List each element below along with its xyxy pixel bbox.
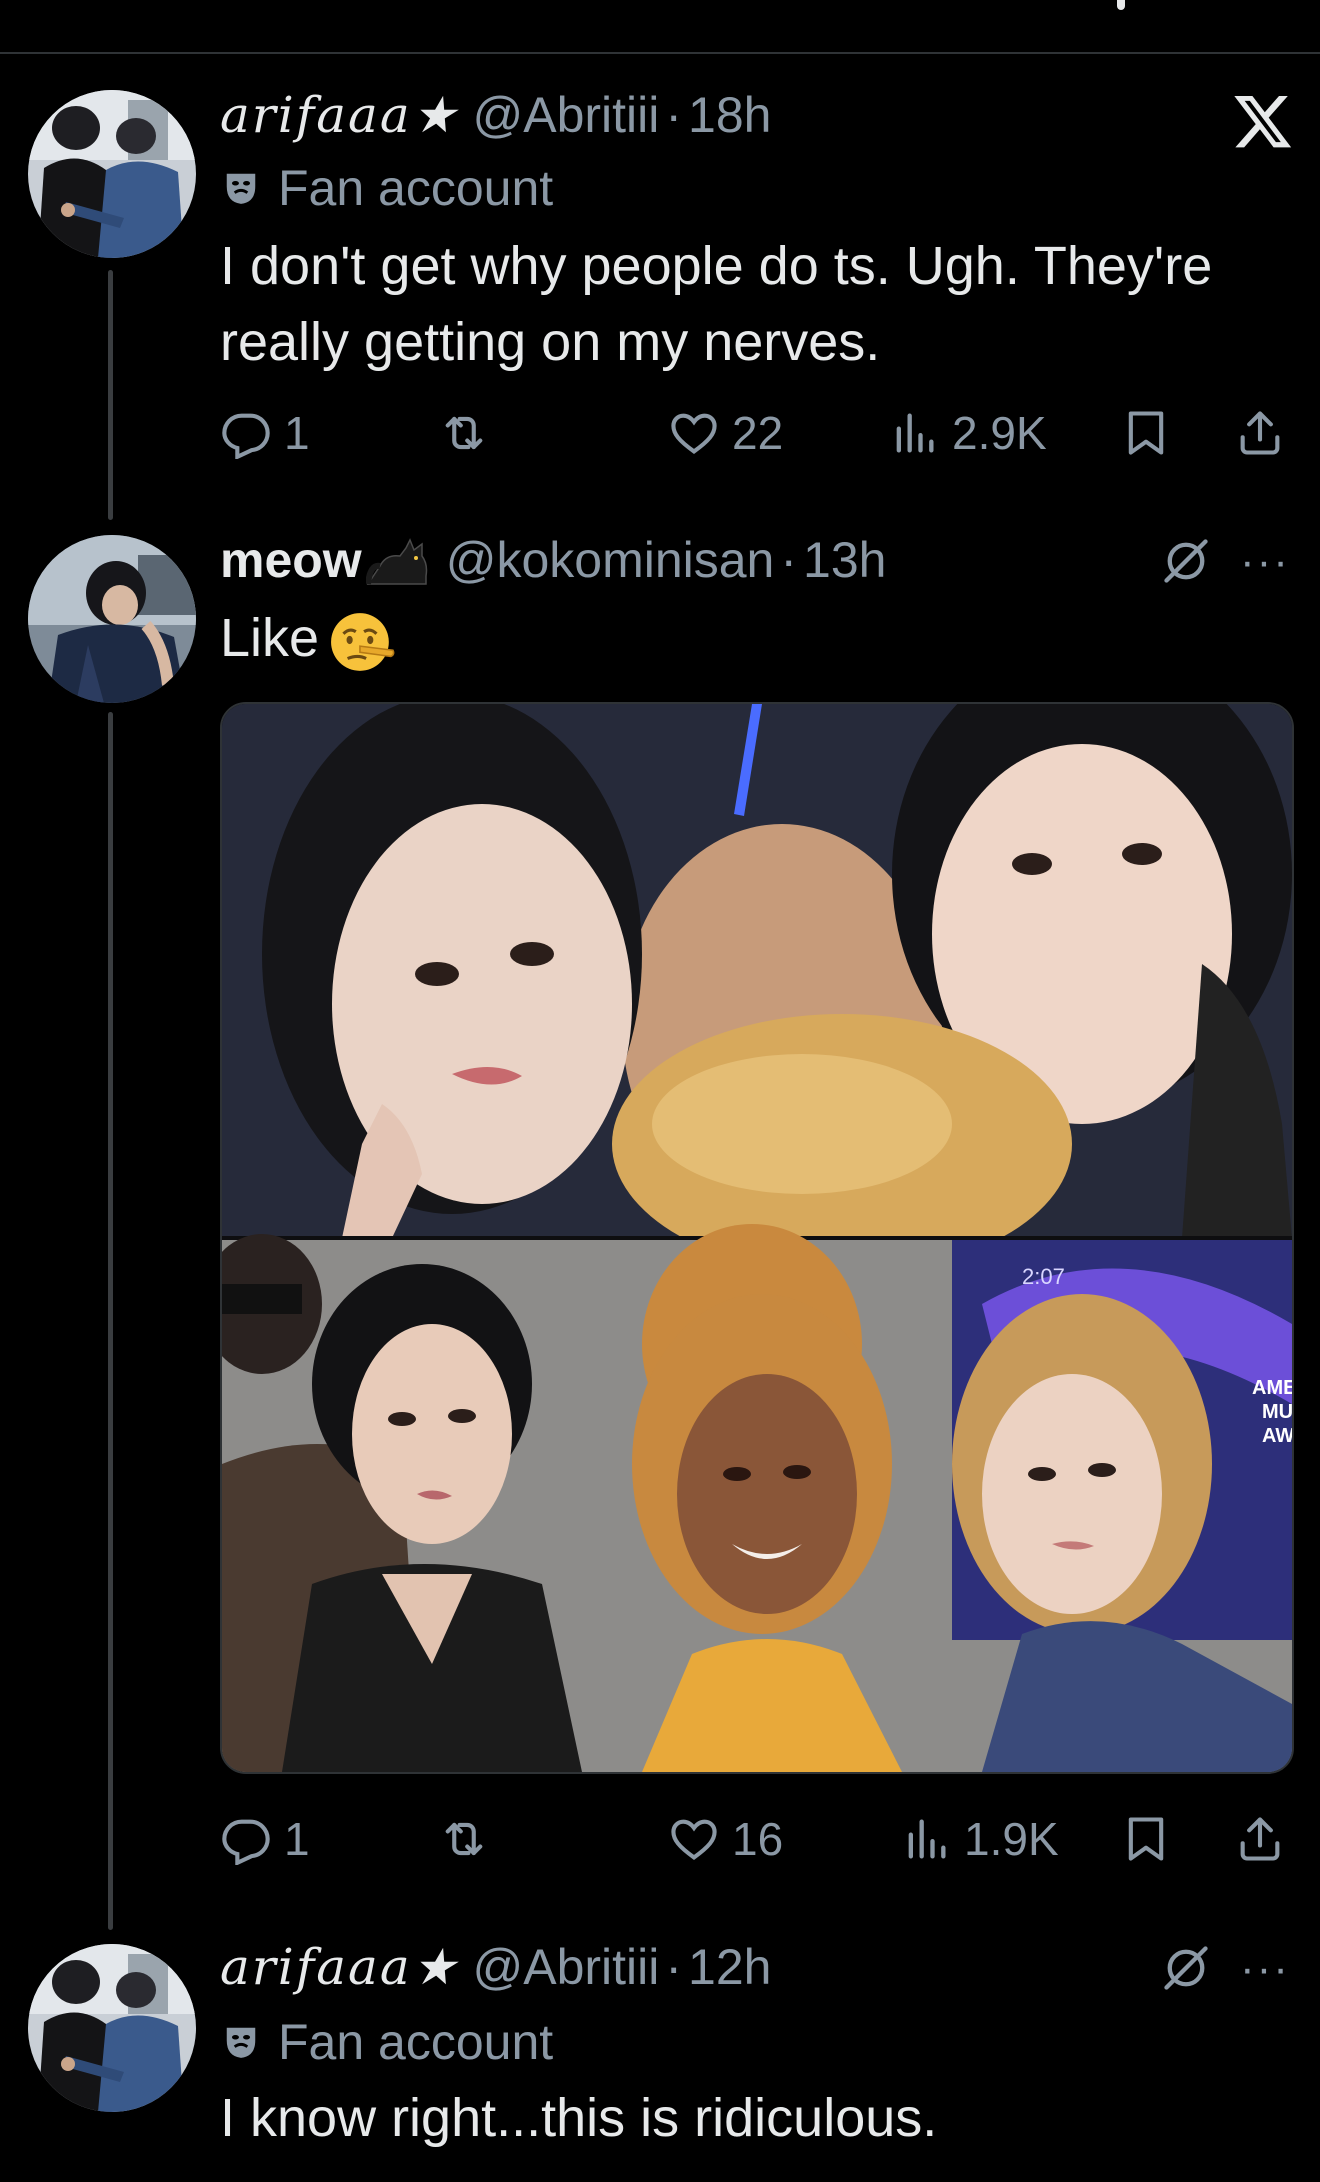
bookmark-button[interactable] [1120,1804,1172,1874]
handle[interactable]: @kokominisan [446,531,775,589]
thread-line [108,712,113,1930]
like-button[interactable]: 16 [668,1804,783,1874]
action-bar: 1 22 2.9K [220,398,1298,468]
like-icon [671,413,717,454]
black-cat-emoji [365,538,427,585]
retweet-button[interactable] [438,398,490,468]
media-text: AME [1252,1377,1292,1399]
like-button[interactable]: 22 [668,398,783,468]
reply-button[interactable]: 1 [220,1804,310,1874]
muted-icon[interactable] [1160,535,1212,587]
x-logo-icon[interactable] [1232,90,1294,152]
retweet-icon [445,1822,483,1856]
avatar[interactable] [28,90,196,258]
views-button[interactable]: 2.9K [888,398,1047,468]
thread-line [108,270,113,520]
handle[interactable]: @Abritiii [472,1938,659,1996]
tweet-header: arifaaa★ @Abritiii · 18h [220,80,771,150]
separator: · [665,1939,683,1995]
tweet-text-line: I don't get why people do ts. Ugh. They'… [220,236,1213,296]
tweet-text: I don't get why people do ts. Ugh. They'… [220,228,1212,380]
handle[interactable]: @Abritiii [472,86,659,144]
tweet-text: Like [220,600,395,676]
fan-account-label: Fan account [222,158,553,218]
share-icon [1240,411,1280,455]
top-divider [0,0,1320,54]
reply-count: 1 [284,1813,310,1865]
separator: · [780,532,798,588]
media-text: AW [1262,1425,1292,1447]
tweet-header: meow @kokominisan · 13h [220,525,886,595]
tweet-header: arifaaa★ @Abritiii · 12h [220,1932,771,2002]
media-image: 2:07 AME MU AW [222,704,1292,1772]
views-icon [908,1819,946,1859]
like-icon [671,1819,717,1860]
timestamp[interactable]: 18h [688,86,771,144]
share-icon [1240,1817,1280,1861]
timestamp[interactable]: 12h [688,1938,771,1996]
fan-mask-icon [226,2027,256,2058]
retweet-icon [445,416,483,450]
tweet-text-line: really getting on my nerves. [220,312,881,372]
action-bar: 1 16 1.9K [220,1804,1298,1874]
avatar[interactable] [28,535,196,703]
tweet-media[interactable]: 2:07 AME MU AW [220,702,1294,1774]
reply-count: 1 [284,407,310,459]
bookmark-icon [1128,1817,1164,1861]
reply-icon [222,413,270,459]
label-text: Fan account [278,2014,554,2070]
view-count: 2.9K [952,407,1047,459]
share-button[interactable] [1234,1804,1286,1874]
reply-button[interactable]: 1 [220,398,310,468]
fan-account-label: Fan account [222,2012,553,2072]
media-text: 2:07 [1022,1264,1065,1289]
views-icon [896,413,934,453]
timestamp[interactable]: 13h [803,531,886,589]
bookmark-icon [1128,411,1164,455]
like-count: 16 [732,1813,784,1865]
retweet-button[interactable] [438,1804,490,1874]
avatar[interactable] [28,1944,196,2112]
bookmark-button[interactable] [1120,398,1172,468]
display-name[interactable]: meow [220,531,362,589]
tweet-text-line: I know right...this is ridiculous. [220,2088,938,2148]
media-text: MU [1262,1401,1292,1423]
lying-face-emoji [331,612,395,671]
views-button[interactable]: 1.9K [900,1804,1059,1874]
top-bar-fragment [1117,0,1125,10]
more-icon[interactable]: ··· [1240,1944,1290,1994]
reply-icon [222,1819,270,1865]
share-button[interactable] [1234,398,1286,468]
display-name[interactable]: arifaaa★ [220,86,458,144]
tweet-text-line: Like [220,608,320,668]
more-icon[interactable]: ··· [1240,537,1290,587]
label-text: Fan account [278,160,554,216]
view-count: 1.9K [964,1813,1059,1865]
fan-mask-icon [226,173,256,204]
muted-icon[interactable] [1160,1942,1212,1994]
like-count: 22 [732,407,784,459]
separator: · [665,87,683,143]
tweet-text: I know right...this is ridiculous. [220,2080,937,2156]
display-name[interactable]: arifaaa★ [220,1938,458,1996]
